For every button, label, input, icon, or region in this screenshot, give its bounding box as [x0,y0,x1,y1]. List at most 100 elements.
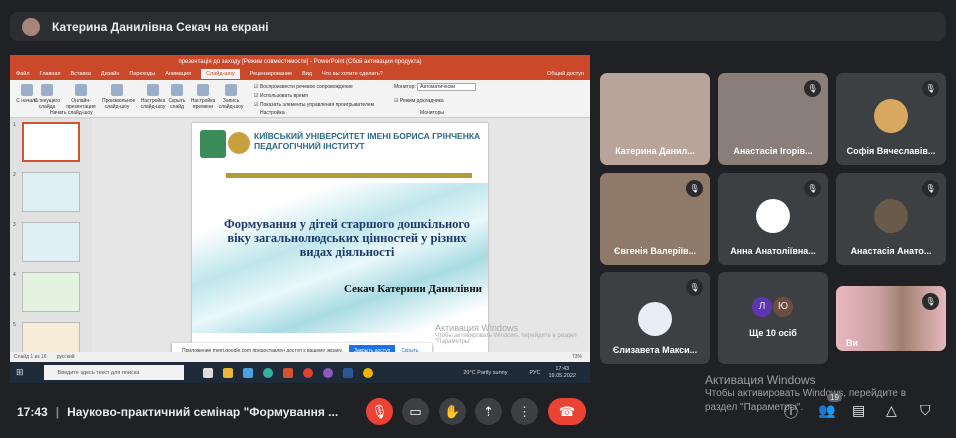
weather[interactable]: 20°C Partly sunny [463,370,507,376]
thumbnail[interactable] [22,122,80,162]
participant-tile[interactable]: Катерина Данил... [600,73,710,165]
mic-off-icon: 🎙 [922,293,939,310]
self-tile[interactable]: 🎙 Ви [836,286,946,351]
more-participants-tile[interactable]: Л Ю Ще 10 осіб [718,272,828,364]
avatar: Л [752,297,772,317]
ppt-title-bar: презентація до заходу [Режим совместимос… [10,55,590,68]
presenter-banner: Катерина Данилівна Секач на екрані [10,12,946,41]
tab-insert[interactable]: Вставка [70,71,90,77]
activation-watermark: Активация Windows Чтобы активировать Wind… [435,323,577,345]
task-view-icon[interactable] [202,367,213,378]
store-icon[interactable] [242,367,253,378]
thumbnail[interactable] [22,272,80,312]
avatar [874,199,908,233]
meeting-title[interactable]: Науково-практичний семінар "Формування .… [67,405,338,419]
slide-thumbnails[interactable]: 1 2 3 4 5 [10,118,92,362]
avatar: Ю [773,297,793,317]
checkbox-timings[interactable]: ☑ Использовать время [254,92,374,101]
more-options-button[interactable]: ⋮ [511,398,538,425]
from-current-button[interactable]: С текущего слайда [32,82,62,110]
institute-logo [228,132,250,154]
raise-hand-button[interactable]: ✋ [439,398,466,425]
slide-canvas[interactable]: КИЇВСЬКИЙ УНІВЕРСИТЕТ ІМЕНІ БОРИСА ГРІНЧ… [192,123,488,355]
chat-icon[interactable]: ▤ [852,402,865,419]
ppt-title: презентація до заходу [Режим совместимос… [178,58,422,65]
chrome-icon[interactable] [302,367,313,378]
participant-tile[interactable]: 🎙 Софія Вячеславів... [836,73,946,165]
edge-icon[interactable] [262,367,273,378]
ppt-tabs: Файл Главная Вставка Дизайн Переходы Ани… [10,68,590,80]
options-checkboxes: ☑ Воспроизвести речевое сопровождение ☑ … [254,83,374,110]
tab-slideshow[interactable]: Слайд-шоу [201,69,240,79]
activation-watermark: Активация Windows Чтобы активировать Wind… [705,373,907,413]
presenter-view-checkbox[interactable]: ☑ Режим докладчика [394,98,444,104]
present-button[interactable]: ⇡ [475,398,502,425]
participant-tile[interactable]: 🎙 Єлизавета Макси... [600,272,710,364]
checkbox-controls[interactable]: ☑ Показать элементы управления проигрыва… [254,101,374,110]
custom-show-button[interactable]: Произвольное слайд-шоу [102,82,135,110]
participant-tile[interactable]: 🎙 Анастасія Ігорів... [718,73,828,165]
avatar [756,199,790,233]
taskbar-search[interactable]: Введите здесь текст для поиска [43,365,184,380]
mic-toggle-button[interactable]: 🎙 [366,398,393,425]
clock: 17:43 [17,405,48,419]
info-icon[interactable]: ⓘ [784,402,798,422]
mic-off-icon: 🎙 [804,80,821,97]
host-controls-icon[interactable]: ⛉ [920,402,931,419]
university-logo [200,130,226,158]
participant-tile[interactable]: 🎙 Анастасія Анато... [836,173,946,265]
chrome-icon[interactable] [362,367,373,378]
windows-start-icon[interactable]: ⊞ [16,367,24,378]
online-present-button[interactable]: Онлайн-презентация [66,82,96,110]
input-language[interactable]: РУС [529,370,540,376]
viber-icon[interactable] [322,367,333,378]
slide-counter: Слайд 1 из 16 [14,354,47,360]
mic-off-icon: 🎙 [686,279,703,296]
people-count-badge: 19 [827,393,842,402]
tab-home[interactable]: Главная [40,71,61,77]
record-button[interactable]: Запись слайд-шоу [216,82,246,110]
slide-title: Формування у дітей старшого дошкільного … [223,217,471,259]
shared-screen: презентація до заходу [Режим совместимос… [10,55,590,383]
mic-off-icon: 🎙 [804,180,821,197]
thumbnail[interactable] [22,222,80,262]
slide-author: Секач Катерини Данилівни [344,283,482,295]
leave-call-button[interactable]: ☎ [548,398,586,425]
tell-me[interactable]: Что вы хотите сделать? [322,71,383,77]
zoom-level[interactable]: 73% [572,354,582,360]
windows-taskbar: ⊞ Введите здесь текст для поиска 20°C Pa… [10,362,590,383]
group-label: Настройка [260,110,285,116]
activities-icon[interactable]: △ [886,402,897,419]
language: русский [56,354,75,360]
tab-design[interactable]: Дизайн [101,71,120,77]
avatar [22,17,40,36]
group-label: Начать слайд-шоу [50,110,93,116]
share-button[interactable]: Общий доступ [547,71,584,77]
participant-tile[interactable]: 🎙 Євгенія Валеріїв... [600,173,710,265]
powerpoint-icon[interactable] [282,367,293,378]
avatar [874,99,908,133]
thumbnail[interactable] [22,172,80,212]
tab-view[interactable]: Вид [302,71,312,77]
presenter-text: Катерина Данилівна Секач на екрані [52,19,269,34]
group-label: Мониторы [420,110,444,116]
checkbox-narration[interactable]: ☑ Воспроизвести речевое сопровождение [254,83,374,92]
avatar [638,302,672,336]
word-icon[interactable] [342,367,353,378]
university-name: КИЇВСЬКИЙ УНІВЕРСИТЕТ ІМЕНІ БОРИСА ГРІНЧ… [254,131,481,151]
rehearse-button[interactable]: Настройка времени [188,82,218,110]
monitor-select[interactable]: Монитор: Автоматически [394,83,477,91]
camera-toggle-button[interactable]: ▭ [402,398,429,425]
file-explorer-icon[interactable] [222,367,233,378]
meeting-info: 17:43 | Науково-практичний семінар "Формув… [17,405,339,419]
ppt-status-bar: Слайд 1 из 16 русский 73% [10,352,590,362]
mic-off-icon: 🎙 [922,80,939,97]
tab-transitions[interactable]: Переходы [129,71,155,77]
tab-animation[interactable]: Анимация [165,71,191,77]
tab-review[interactable]: Рецензирование [250,71,292,77]
clock[interactable]: 17:43 19.05.2022 [548,366,576,380]
tab-file[interactable]: Файл [16,71,30,77]
gold-bar [226,173,472,178]
people-icon[interactable]: 👥 [818,402,835,419]
participant-tile[interactable]: 🎙 Анна Анатоліївна... [718,173,828,265]
